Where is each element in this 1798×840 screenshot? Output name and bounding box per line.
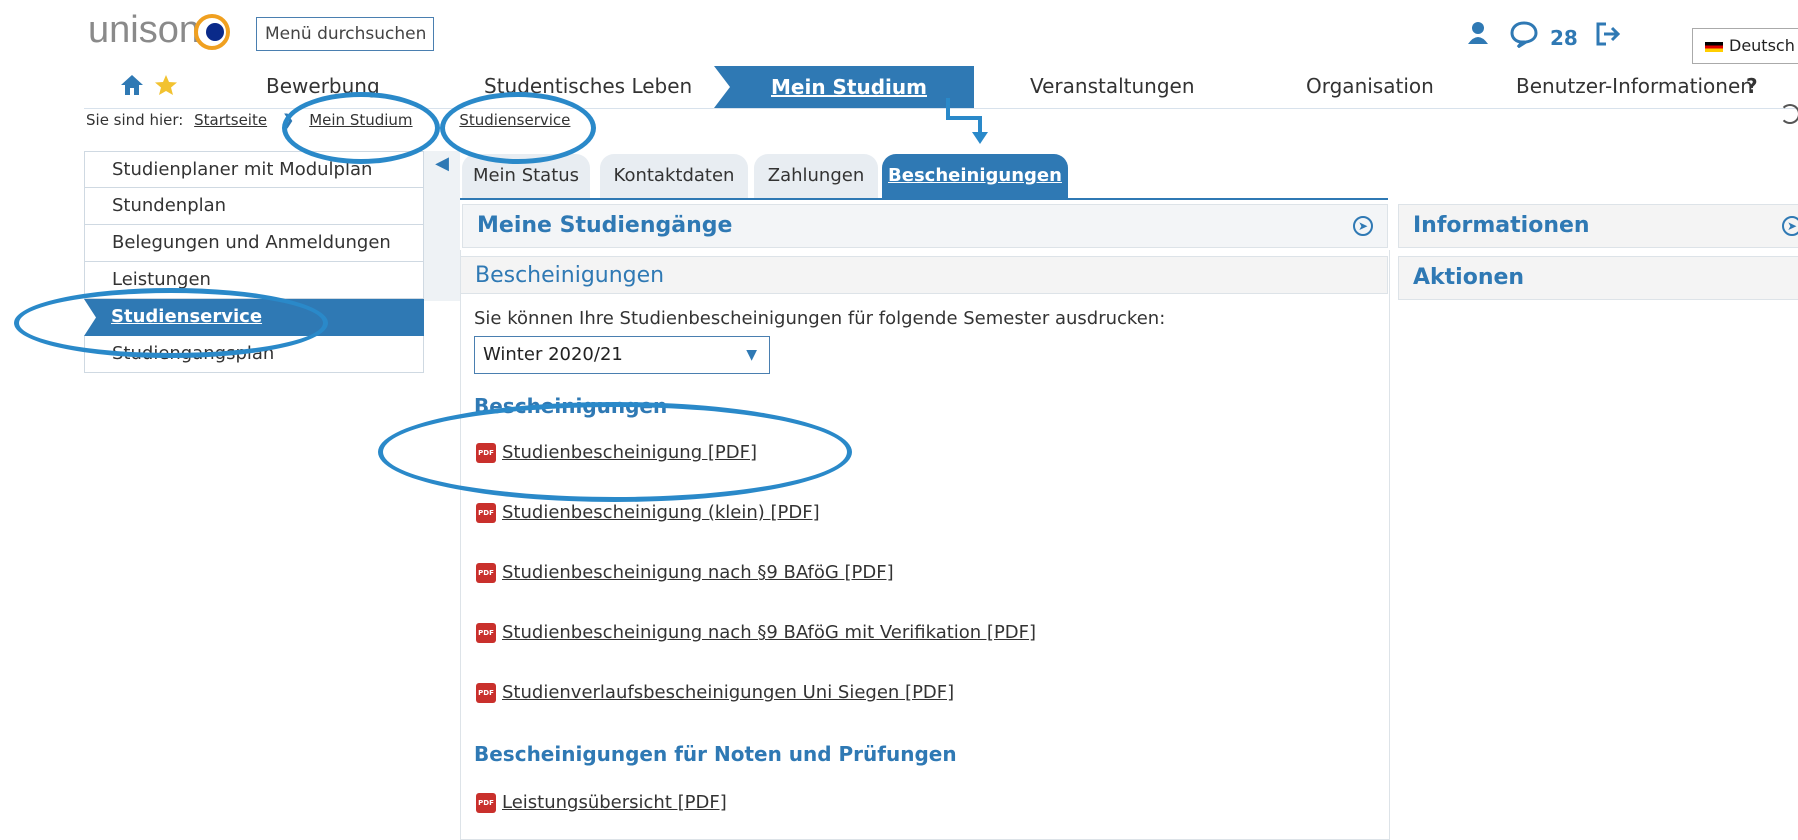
link-leistungsuebersicht[interactable]: Leistungsübersicht [PDF] — [502, 792, 727, 813]
studiengaenge-title: Meine Studiengänge — [477, 213, 733, 238]
logout-icon[interactable] — [1594, 20, 1622, 55]
semester-selected-value: Winter 2020/21 — [483, 344, 623, 365]
bescheinigungen-title: Bescheinigungen — [475, 263, 665, 288]
arrow-down-icon — [940, 96, 1000, 150]
sidebar-item-stundenplan[interactable]: Stundenplan — [84, 188, 424, 225]
highlight-ellipse-studienbescheinigung — [378, 402, 852, 502]
pdf-link-row[interactable]: PDF Studienbescheinigung (klein) [PDF] — [476, 502, 820, 523]
menu-search-input[interactable]: Menü durchsuchen — [256, 17, 434, 51]
expand-arrow-icon[interactable]: ➤ — [1353, 216, 1373, 236]
informationen-title: Informationen — [1413, 213, 1590, 238]
aktionen-header[interactable]: Aktionen — [1398, 256, 1798, 300]
expand-arrow-icon[interactable]: ➤ — [1782, 216, 1798, 236]
tab-zahlungen[interactable]: Zahlungen — [754, 154, 878, 198]
pdf-link-row[interactable]: PDF Studienverlaufsbescheinigungen Uni Si… — [476, 682, 954, 703]
pdf-icon: PDF — [476, 623, 496, 643]
pdf-link-row[interactable]: PDF Studienbescheinigung nach §9 BAföG [P… — [476, 562, 894, 583]
pdf-icon: PDF — [476, 793, 496, 813]
tab-bescheinigungen[interactable]: Bescheinigungen — [882, 154, 1068, 198]
nav-benutzer-informationen[interactable]: Benutzer-Informationen — [1516, 74, 1753, 98]
help-button[interactable]: ? — [1746, 74, 1758, 98]
unison-logo[interactable]: unison — [88, 6, 233, 58]
scroll-indicator-icon — [1780, 104, 1798, 124]
user-icon[interactable] — [1466, 20, 1490, 51]
sidebar-collapse-bar[interactable]: ◀ — [424, 151, 460, 301]
chevron-down-icon: ▼ — [746, 347, 757, 363]
highlight-ellipse-sidebar-studienservice — [14, 288, 328, 358]
nav-mein-studium[interactable]: Mein Studium — [714, 66, 974, 108]
sidebar-item-belegungen[interactable]: Belegungen und Anmeldungen — [84, 225, 424, 262]
breadcrumb-startseite[interactable]: Startseite — [194, 111, 267, 129]
subsection-noten-pruefungen: Bescheinigungen für Noten und Prüfungen — [474, 742, 957, 766]
link-studienverlauf[interactable]: Studienverlaufsbescheinigungen Uni Siege… — [502, 682, 954, 703]
pdf-link-row[interactable]: PDF Studienbescheinigung nach §9 BAföG mi… — [476, 622, 1036, 643]
highlight-ellipse-studienservice — [440, 92, 596, 164]
aktionen-title: Aktionen — [1413, 265, 1525, 290]
semester-select[interactable]: Winter 2020/21 ▼ — [474, 336, 770, 374]
tab-underline — [460, 198, 1388, 200]
highlight-ellipse-mein-studium — [282, 92, 440, 164]
bescheinigungen-header: Bescheinigungen — [460, 256, 1388, 294]
studiengaenge-header[interactable]: Meine Studiengänge ➤ — [462, 204, 1388, 248]
semester-description: Sie können Ihre Studienbescheinigungen f… — [474, 308, 1166, 329]
home-icon[interactable] — [120, 74, 144, 102]
link-studienbescheinigung-klein[interactable]: Studienbescheinigung (klein) [PDF] — [502, 502, 820, 523]
link-bafoeg-verifikation[interactable]: Studienbescheinigung nach §9 BAföG mit V… — [502, 622, 1036, 643]
language-label: Deutsch — [1729, 36, 1795, 55]
chat-icon[interactable] — [1510, 20, 1538, 55]
german-flag-icon — [1705, 41, 1723, 52]
breadcrumb-prefix: Sie sind hier: — [86, 111, 184, 129]
language-select[interactable]: Deutsch — [1692, 28, 1798, 64]
pdf-icon: PDF — [476, 563, 496, 583]
tab-kontaktdaten[interactable]: Kontaktdaten — [600, 154, 748, 198]
collapse-chevron-icon[interactable]: ◀ — [424, 151, 460, 177]
informationen-header[interactable]: Informationen ➤ — [1398, 204, 1798, 248]
message-count: 28 — [1550, 26, 1578, 50]
nav-veranstaltungen[interactable]: Veranstaltungen — [1030, 74, 1195, 98]
favorites-star-icon[interactable] — [154, 74, 178, 100]
pdf-link-row[interactable]: PDF Leistungsübersicht [PDF] — [476, 792, 727, 813]
nav-organisation[interactable]: Organisation — [1306, 74, 1434, 98]
pdf-icon: PDF — [476, 503, 496, 523]
link-bafoeg[interactable]: Studienbescheinigung nach §9 BAföG [PDF] — [502, 562, 894, 583]
logo-text: unison — [88, 9, 200, 51]
pdf-icon: PDF — [476, 683, 496, 703]
